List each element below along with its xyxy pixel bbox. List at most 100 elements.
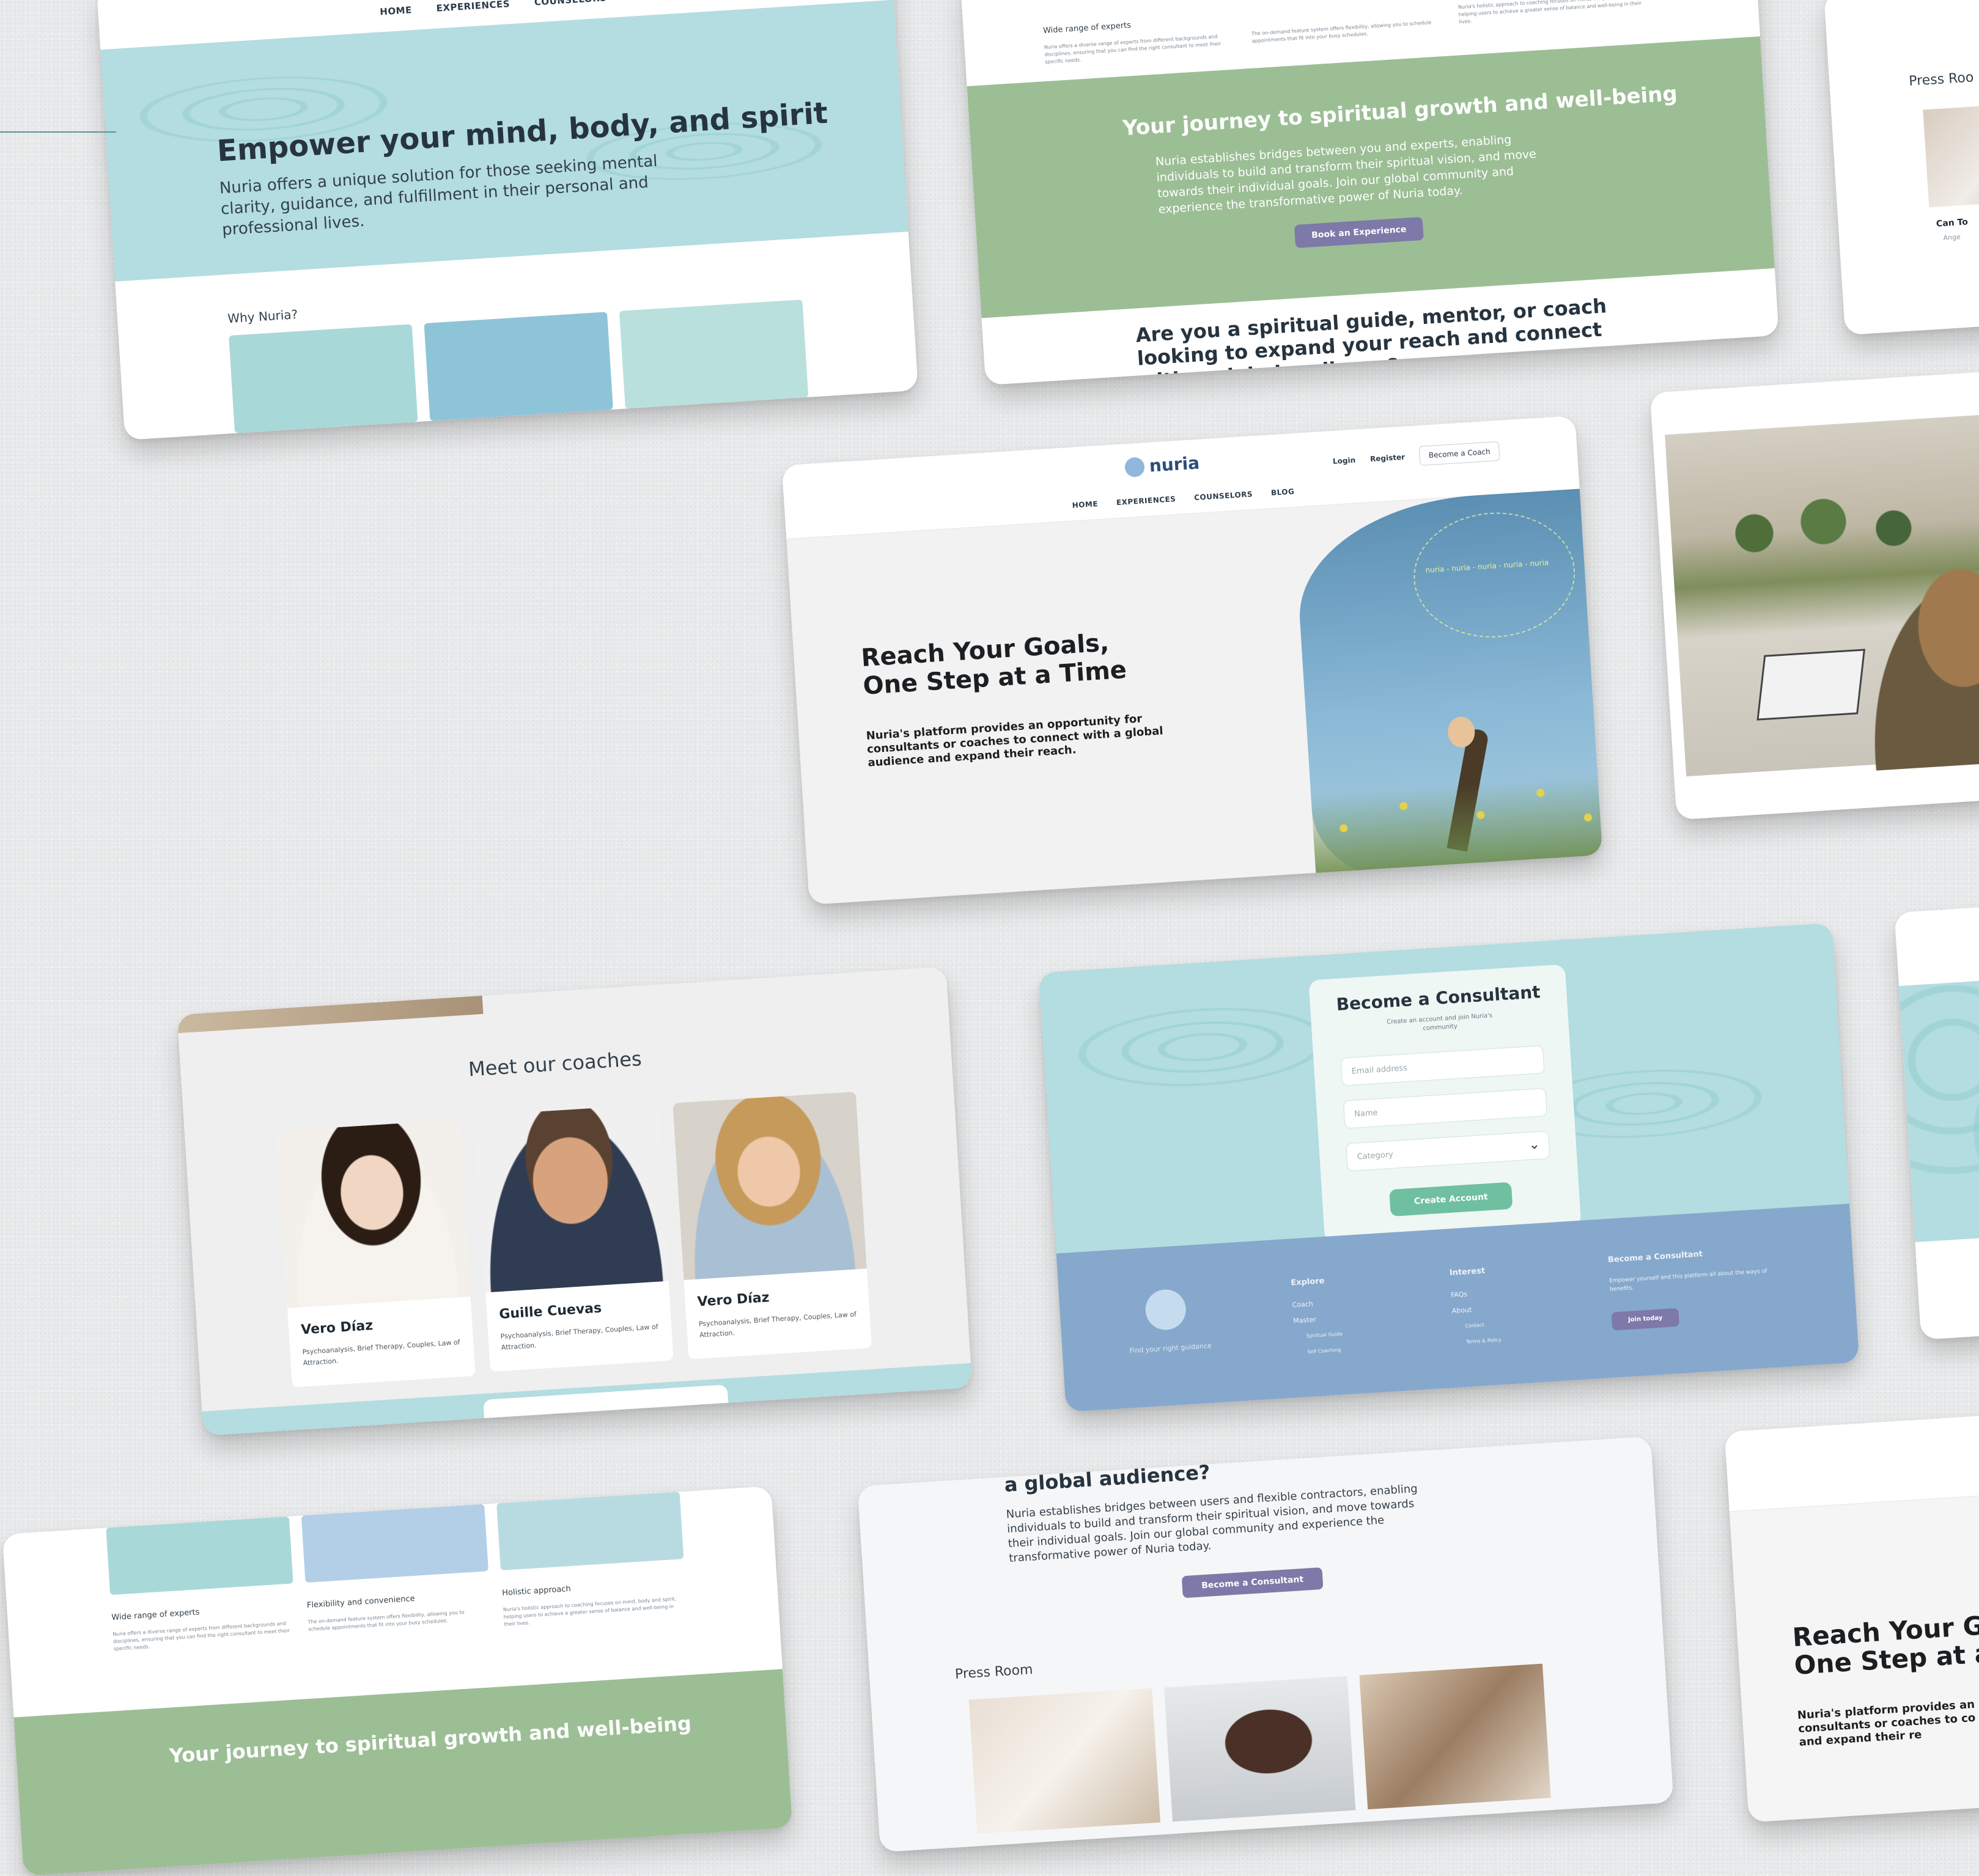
illustration-laptop bbox=[424, 312, 613, 421]
footer-col-become: Become a Consultant Empower yourself and… bbox=[1608, 1246, 1771, 1331]
hero-image-sky: nuria - nuria - nuria - nuria - nuria bbox=[1292, 487, 1603, 885]
nav-blog-2[interactable]: BLOG bbox=[1271, 487, 1295, 497]
mockup-guide-press: a global audience? Nuria establishes bri… bbox=[857, 1436, 1674, 1853]
nav-home[interactable]: HOME bbox=[380, 4, 413, 17]
mockup-signup: Become a Consultant Create an account an… bbox=[1038, 922, 1860, 1413]
category-select[interactable]: Category ⌄ bbox=[1346, 1130, 1550, 1172]
guide-body: Nuria establishes bridges between users … bbox=[1006, 1482, 1418, 1565]
person bbox=[1857, 563, 1979, 771]
mockup-hero-crop: Reach Your Go One Step at a Nuria's plat… bbox=[1724, 1405, 1979, 1823]
hero-title-crop: Reach Your Go One Step at a bbox=[1791, 1609, 1979, 1681]
coach-name: Vero Díaz bbox=[696, 1290, 770, 1310]
nav-experiences-2[interactable]: EXPERIENCES bbox=[1116, 495, 1176, 507]
nav-counselors[interactable]: COUNSELORS bbox=[534, 0, 607, 8]
signup-form: Become a Consultant Create an account an… bbox=[1308, 964, 1582, 1243]
logo-2[interactable]: nuria bbox=[1124, 453, 1200, 478]
feature-1: Wide range of experts Nuria offers a div… bbox=[111, 1608, 290, 1652]
press-title: Press Room bbox=[954, 1662, 1034, 1682]
mockup-coaches: Meet our coaches Vero Díaz Psychoanalysi… bbox=[177, 966, 973, 1436]
footer-col-explore: Explore Coach Master Spiritual Guide Sel… bbox=[1291, 1273, 1344, 1361]
journey-body: Nuria establishes bridges between you an… bbox=[1155, 133, 1537, 216]
coach-desc: Psychoanalysis, Brief Therapy, Couples, … bbox=[500, 1322, 658, 1352]
nav-home-2[interactable]: HOME bbox=[1072, 499, 1098, 510]
coach-card[interactable]: Vero Díaz Psychoanalysis, Brief Therapy,… bbox=[673, 1091, 872, 1359]
why-title: Why Nuria? bbox=[227, 306, 298, 326]
feature-2: The on-demand feature system offers flex… bbox=[1251, 20, 1432, 44]
signup-subtitle: Create an account and join Nuria's commu… bbox=[1387, 1012, 1493, 1032]
footer-link[interactable]: Terms & Policy bbox=[1453, 1332, 1502, 1351]
footer-link[interactable]: Self Coaching bbox=[1295, 1342, 1344, 1361]
hero-title: Empower your mind, body, and spirit bbox=[216, 95, 829, 169]
crop-nav bbox=[1724, 1405, 1979, 1512]
journey-section-2: Your journey to spiritual growth and wel… bbox=[13, 1669, 793, 1876]
feature-3: Nuria's holistic approach to coaching fo… bbox=[1458, 0, 1642, 25]
create-account-button[interactable]: Create Account bbox=[1389, 1182, 1513, 1217]
office-photo bbox=[1665, 408, 1979, 777]
press-title: Press Roo bbox=[1908, 70, 1975, 89]
illustration-yoga bbox=[496, 1492, 684, 1571]
become-coach-button[interactable]: Become a Coach bbox=[1418, 441, 1500, 466]
teal-crop-section bbox=[1898, 970, 1979, 1243]
logo-text-2: nuria bbox=[1148, 452, 1200, 476]
auth-links: Login Register Become a Coach bbox=[1332, 441, 1500, 471]
nav-experiences[interactable]: EXPERIENCES bbox=[436, 0, 510, 14]
mockup-journey: Wide range of experts Nuria offers a div… bbox=[960, 0, 1779, 386]
mockup-hero-empower: nuria HOME EXPERIENCES COUNSELORS BLOG E… bbox=[97, 0, 918, 441]
press-photo bbox=[968, 1688, 1160, 1834]
signup-title: Become a Consultant bbox=[1335, 982, 1541, 1015]
circular-brand-text bbox=[1410, 507, 1579, 642]
mockup-hero-reach: nuria Login Register Become a Coach HOME… bbox=[781, 415, 1603, 905]
hero-title-2: Reach Your Goals, One Step at a Time bbox=[860, 628, 1128, 701]
press-card-title: Can To bbox=[1936, 217, 1969, 229]
footer-col-interest: Interest FAQs About Contact Terms & Poli… bbox=[1449, 1262, 1502, 1351]
hero-body-2: Nuria's platform provides an opportunity… bbox=[866, 712, 1164, 770]
coaches-title: Meet our coaches bbox=[467, 1047, 643, 1081]
become-consultant-button[interactable]: Become a Consultant bbox=[1181, 1567, 1324, 1598]
press-photo bbox=[1164, 1676, 1356, 1822]
login-link[interactable]: Login bbox=[1333, 456, 1356, 466]
feature-3: Holistic approach Nuria's holistic appro… bbox=[501, 1584, 677, 1627]
coach-desc: Psychoanalysis, Brief Therapy, Couples, … bbox=[302, 1338, 460, 1367]
feature-1: Wide range of experts Nuria offers a div… bbox=[1042, 21, 1222, 65]
book-experience-button[interactable]: Book an Experience bbox=[1294, 216, 1424, 248]
illustration-avatars-2 bbox=[106, 1516, 293, 1595]
journey-title-2: Your journey to spiritual growth and wel… bbox=[168, 1711, 692, 1768]
name-field[interactable]: Name bbox=[1343, 1087, 1548, 1129]
mockup-teal-crop bbox=[1894, 897, 1979, 1340]
logo-icon-2 bbox=[1124, 456, 1145, 477]
footer-tagline: Find your right guidance bbox=[1129, 1341, 1212, 1355]
press-card-author: Ange bbox=[1943, 233, 1961, 242]
coach-photo bbox=[474, 1104, 669, 1293]
laptop bbox=[1756, 649, 1866, 721]
nav-counselors-2[interactable]: COUNSELORS bbox=[1194, 490, 1253, 502]
illustration-meditation bbox=[619, 300, 809, 409]
hero-body-crop: Nuria's platform provides an consultants… bbox=[1797, 1698, 1979, 1749]
illustration-sofa bbox=[301, 1504, 489, 1583]
strip-photo bbox=[177, 995, 484, 1034]
mockup-press-crop: Press Roo Can To Ange bbox=[1824, 0, 1979, 336]
category-placeholder: Category bbox=[1357, 1150, 1394, 1162]
email-field[interactable]: Email address bbox=[1340, 1045, 1545, 1086]
nav-blog[interactable]: BLOG bbox=[631, 0, 661, 2]
mockup-features-journey: Wide range of experts Nuria offers a div… bbox=[2, 1485, 793, 1876]
journey-section: Your journey to spiritual growth and wel… bbox=[967, 36, 1775, 318]
coach-card[interactable]: Guille Cuevas Psychoanalysis, Brief Ther… bbox=[474, 1104, 674, 1372]
guide-title: Are you a spiritual guide, mentor, or co… bbox=[1135, 294, 1607, 386]
plants bbox=[1705, 485, 1942, 573]
coach-name: Vero Díaz bbox=[300, 1318, 374, 1338]
guide-title-tail: a global audience? bbox=[1003, 1460, 1211, 1497]
mockup-office-photo bbox=[1649, 366, 1979, 820]
coach-photo bbox=[276, 1119, 471, 1308]
press-photo bbox=[1359, 1663, 1551, 1810]
coach-card[interactable]: Vero Díaz Psychoanalysis, Brief Therapy,… bbox=[276, 1119, 476, 1388]
journey-title: Your journey to spiritual growth and wel… bbox=[1122, 81, 1678, 141]
chevron-down-icon: ⌄ bbox=[1528, 1136, 1541, 1153]
feature-2: Flexibility and convenience The on-deman… bbox=[306, 1594, 465, 1632]
join-today-button[interactable]: Join today bbox=[1611, 1308, 1680, 1331]
coach-photo bbox=[673, 1091, 867, 1281]
press-photo bbox=[1923, 100, 1979, 208]
illustration-avatars bbox=[229, 324, 418, 433]
yellow-flowers bbox=[1311, 774, 1603, 885]
register-link[interactable]: Register bbox=[1370, 453, 1406, 464]
coach-desc: Psychoanalysis, Brief Therapy, Couples, … bbox=[698, 1310, 857, 1339]
